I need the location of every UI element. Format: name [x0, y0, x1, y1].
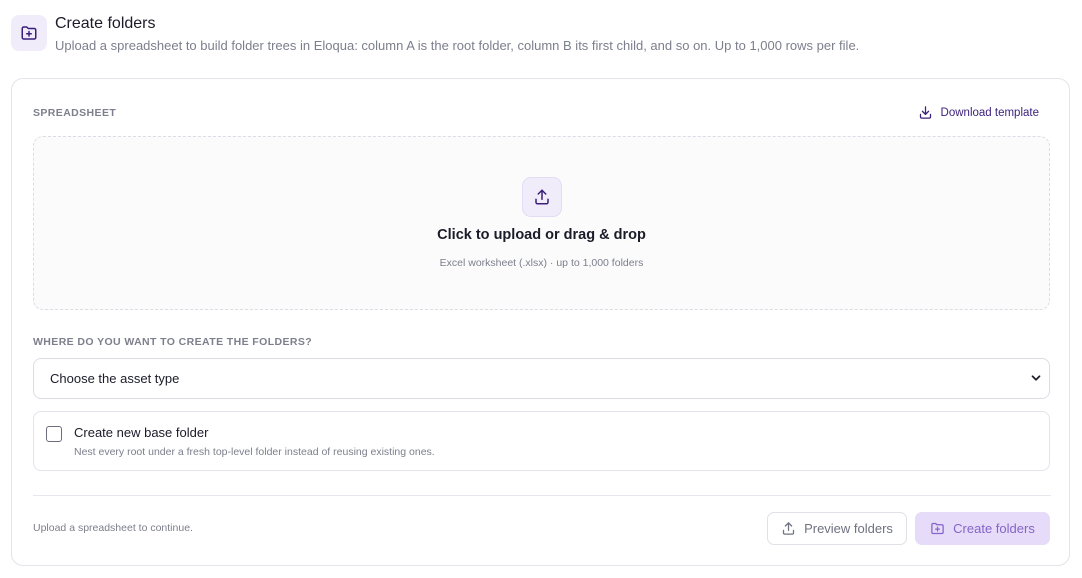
folder-plus-icon [930, 521, 945, 536]
create-folders-card: SPREADSHEET Download template Click to u… [11, 78, 1070, 566]
page-subtitle: Upload a spreadsheet to build folder tre… [55, 38, 860, 53]
dropzone-subtitle: Excel worksheet (.xlsx) · up to 1,000 fo… [439, 257, 644, 269]
preview-folders-label: Preview folders [804, 521, 893, 536]
base-folder-label[interactable]: Create new base folder [74, 425, 208, 440]
footer-divider [33, 495, 1051, 496]
spreadsheet-section-label: SPREADSHEET [33, 107, 117, 119]
asset-type-select[interactable]: Choose the asset type [33, 358, 1050, 399]
base-folder-checkbox[interactable] [46, 426, 62, 442]
dropzone-title: Click to upload or drag & drop [437, 227, 646, 243]
base-folder-description: Nest every root under a fresh top-level … [74, 446, 435, 458]
upload-dropzone[interactable]: Click to upload or drag & drop Excel wor… [33, 136, 1050, 310]
preview-folders-button[interactable]: Preview folders [767, 512, 907, 545]
base-folder-option: Create new base folder Nest every root u… [33, 411, 1050, 471]
download-template-label: Download template [940, 106, 1039, 119]
upload-icon [781, 521, 796, 536]
location-section-label: WHERE DO YOU WANT TO CREATE THE FOLDERS? [33, 336, 313, 348]
page-title: Create folders [55, 15, 156, 32]
download-icon [918, 105, 933, 120]
asset-type-select-value: Choose the asset type [50, 371, 180, 386]
folder-plus-icon [11, 15, 47, 51]
status-text: Upload a spreadsheet to continue. [33, 522, 193, 534]
upload-icon [522, 177, 562, 217]
chevron-down-icon [1029, 371, 1043, 390]
create-folders-button[interactable]: Create folders [915, 512, 1050, 545]
create-folders-label: Create folders [953, 521, 1035, 536]
page-header: Create folders Upload a spreadsheet to b… [11, 13, 1071, 53]
download-template-link[interactable]: Download template [918, 105, 1039, 120]
